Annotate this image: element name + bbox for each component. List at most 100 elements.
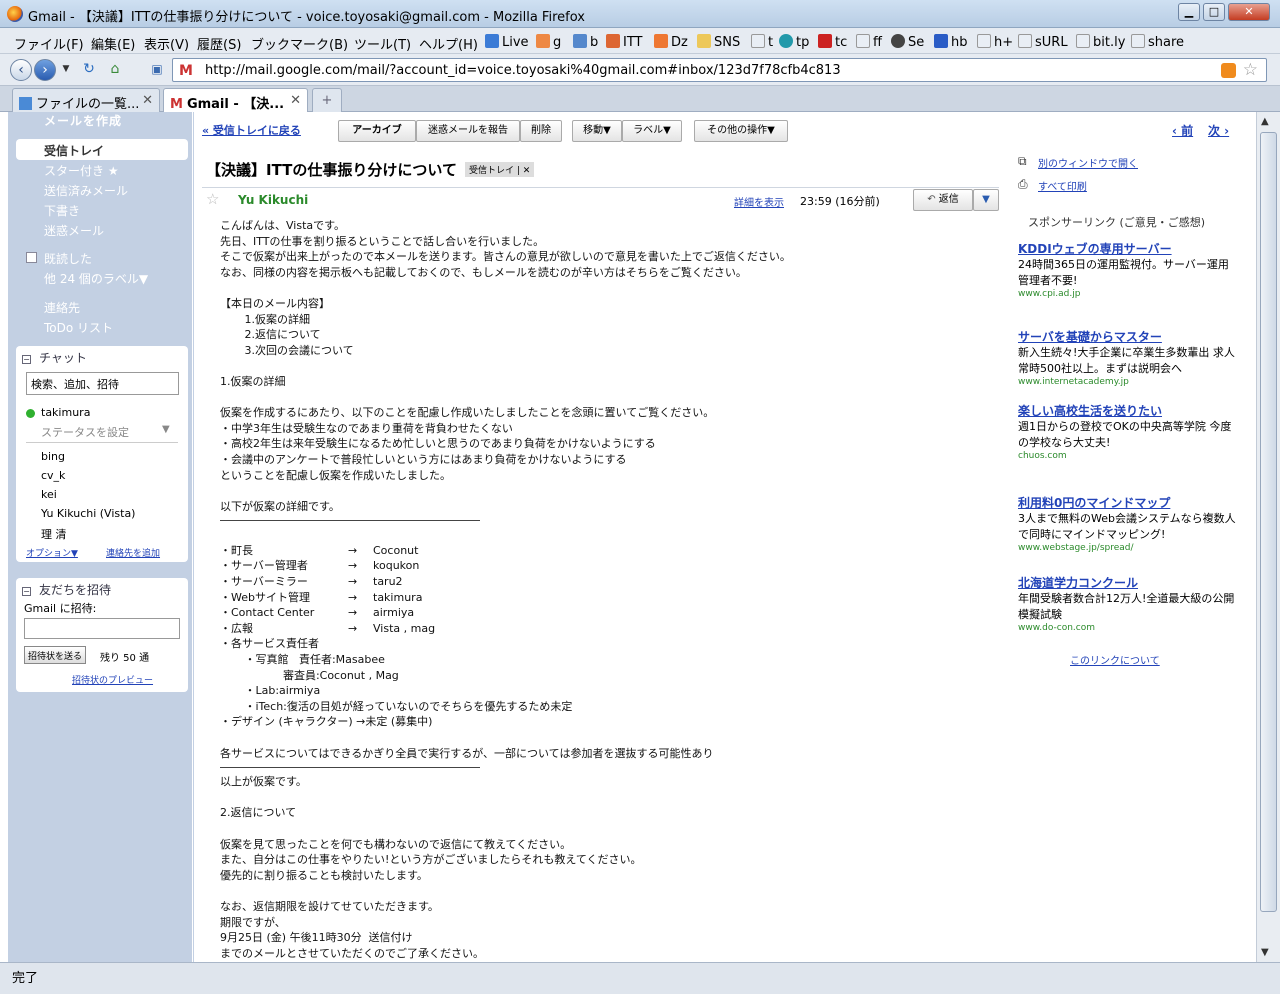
report-spam-button[interactable]: 迷惑メールを報告: [416, 120, 520, 142]
ad-url[interactable]: www.do-con.com: [1018, 623, 1238, 633]
chat-contact[interactable]: 理 清: [41, 526, 67, 542]
bookmark-tp[interactable]: tp: [779, 34, 809, 50]
url-text[interactable]: http://mail.google.com/mail/?account_id=…: [205, 63, 841, 78]
reload-icon[interactable]: ↻: [78, 59, 100, 81]
menu-help[interactable]: ヘルプ(H): [419, 34, 478, 53]
reply-button[interactable]: ↶ 返信: [913, 189, 973, 211]
sidebar-item-contacts[interactable]: 連絡先: [44, 299, 80, 316]
sidebar-item-tasks[interactable]: ToDo リスト: [44, 319, 113, 336]
delete-button[interactable]: 削除: [520, 120, 562, 142]
bookmark-b[interactable]: b: [573, 34, 598, 50]
new-tab-button[interactable]: +: [312, 88, 342, 112]
inbox-label-tag[interactable]: 受信トレイ | ✕: [464, 162, 535, 177]
close-window-button[interactable]: ✕: [1228, 3, 1270, 21]
chat-contact[interactable]: cv_k: [41, 469, 65, 482]
menu-edit[interactable]: 編集(E): [91, 34, 135, 53]
chat-contact[interactable]: bing: [41, 450, 65, 463]
minimize-button[interactable]: ▁: [1178, 3, 1200, 21]
home-icon[interactable]: ⌂: [104, 59, 126, 81]
bookmark-tc[interactable]: tc: [818, 34, 847, 50]
more-actions-button[interactable]: その他の操作▼: [694, 120, 788, 142]
ad-url[interactable]: www.internetacademy.jp: [1018, 377, 1238, 387]
ad-title[interactable]: KDDIウェブの専用サーバー: [1018, 240, 1238, 257]
bookmark-dz[interactable]: Dz: [654, 34, 688, 50]
scroll-down-icon[interactable]: ▼: [1261, 947, 1269, 958]
ad-title[interactable]: 利用料0円のマインドマップ: [1018, 494, 1238, 511]
bookmark-live[interactable]: Live: [485, 34, 529, 50]
print-icon[interactable]: ⎙: [1018, 177, 1028, 192]
bookmark-ff[interactable]: ff: [856, 34, 882, 50]
bookmark-hplus[interactable]: h+: [977, 34, 1013, 50]
ad-url[interactable]: www.cpi.ad.jp: [1018, 289, 1238, 299]
add-contact-link[interactable]: 連絡先を追加: [106, 546, 160, 559]
menu-tools[interactable]: ツール(T): [354, 34, 411, 53]
star-icon[interactable]: ☆: [206, 190, 219, 208]
bookmark-share[interactable]: share: [1131, 34, 1184, 50]
ad-item[interactable]: 楽しい高校生活を送りたい 週1日からの登校でOKの中央高等学院 今度の学校なら大丈…: [1018, 402, 1238, 461]
chat-contact[interactable]: kei: [41, 488, 57, 501]
collapse-icon[interactable]: −: [22, 587, 31, 596]
bookmark-hb[interactable]: hb: [934, 34, 968, 50]
rss-icon[interactable]: [1221, 63, 1236, 78]
sidebar-item-inbox[interactable]: 受信トレイ: [16, 139, 188, 160]
archive-button[interactable]: アーカイブ: [338, 120, 416, 142]
print-all-link[interactable]: すべて印刷: [1038, 178, 1087, 193]
prev-message-link[interactable]: ‹ 前: [1172, 122, 1193, 139]
tab-file-list[interactable]: ファイルの一覧... ✕: [12, 88, 160, 112]
sidebar-item-spam[interactable]: 迷惑メール: [44, 222, 104, 239]
open-new-window-link[interactable]: 別のウィンドウで開く: [1038, 155, 1138, 170]
ad-item[interactable]: 利用料0円のマインドマップ 3人まで無料のWeb会議システムなら複数人で同時にマイ…: [1018, 494, 1238, 553]
new-window-icon[interactable]: ⧉: [1018, 154, 1027, 169]
next-message-link[interactable]: 次 ›: [1208, 122, 1229, 139]
bookmark-surl[interactable]: sURL: [1018, 34, 1068, 50]
labels-button[interactable]: ラベル▼: [622, 120, 682, 142]
chat-search-input[interactable]: [26, 372, 179, 395]
tab-gmail[interactable]: M Gmail - 【決... ✕: [163, 88, 308, 113]
chat-header[interactable]: − チャット: [22, 349, 87, 366]
bookmark-g[interactable]: g: [536, 34, 561, 50]
invite-preview-link[interactable]: 招待状のプレビュー: [72, 673, 153, 686]
sender-name[interactable]: Yu Kikuchi: [238, 193, 308, 207]
bookmark-se[interactable]: Se: [891, 34, 924, 50]
back-icon[interactable]: ‹: [10, 59, 32, 81]
scroll-up-icon[interactable]: ▲: [1261, 116, 1269, 127]
menu-view[interactable]: 表示(V): [144, 34, 189, 53]
chat-options-link[interactable]: オプション▼: [26, 546, 78, 559]
ad-url[interactable]: chuos.com: [1018, 451, 1238, 461]
about-links-link[interactable]: このリンクについて: [1070, 652, 1160, 667]
close-tab-icon[interactable]: ✕: [142, 93, 153, 108]
move-to-button[interactable]: 移動▼: [572, 120, 622, 142]
forward-icon[interactable]: ›: [34, 59, 56, 81]
sidebar-item-sent[interactable]: 送信済みメール: [44, 182, 128, 199]
sidebar-item-more-labels[interactable]: 他 24 個のラベル▼: [44, 270, 148, 287]
ad-item[interactable]: 北海道学力コンクール 年間受験者数合計12万人!全道最大級の公開模擬試験 www.d…: [1018, 574, 1238, 633]
ad-title[interactable]: 北海道学力コンクール: [1018, 574, 1238, 591]
send-invite-button[interactable]: 招待状を送る: [24, 646, 87, 664]
sidebar-item-starred[interactable]: スター付き ★: [44, 162, 119, 179]
reply-menu-button[interactable]: ▼: [973, 189, 999, 211]
ad-title[interactable]: サーバを基礎からマスター: [1018, 328, 1238, 345]
chat-contact[interactable]: Yu Kikuchi (Vista): [41, 507, 135, 520]
collapse-icon[interactable]: −: [22, 355, 31, 364]
close-tab-icon[interactable]: ✕: [290, 93, 301, 108]
chevron-down-icon[interactable]: ▼: [162, 424, 170, 435]
show-details-link[interactable]: 詳細を表示: [734, 194, 784, 209]
history-dropdown-icon[interactable]: ▼: [60, 59, 72, 81]
menu-file[interactable]: ファイル(F): [14, 34, 84, 53]
bookmark-sns[interactable]: SNS: [697, 34, 740, 50]
menu-history[interactable]: 履歴(S): [197, 34, 241, 53]
ad-title[interactable]: 楽しい高校生活を送りたい: [1018, 402, 1238, 419]
chat-status-select[interactable]: ステータスを設定: [41, 424, 129, 440]
menu-bookmarks[interactable]: ブックマーク(B): [251, 34, 348, 53]
bookmark-bitly[interactable]: bit.ly: [1076, 34, 1125, 50]
back-to-inbox-link[interactable]: « 受信トレイに戻る: [202, 122, 301, 138]
sidebar-item-label-read[interactable]: 既読した: [44, 250, 92, 267]
ad-url[interactable]: www.webstage.jp/spread/: [1018, 543, 1238, 553]
star-icon[interactable]: ☆: [1243, 60, 1258, 80]
vertical-scrollbar[interactable]: ▲ ▼: [1256, 112, 1280, 962]
address-bar[interactable]: M http://mail.google.com/mail/?account_i…: [172, 58, 1267, 82]
compose-link[interactable]: メールを作成: [44, 112, 122, 129]
ad-item[interactable]: サーバを基礎からマスター 新入生続々!大手企業に卒業生多数輩出 求人常時500社以…: [1018, 328, 1238, 387]
scrollbar-thumb[interactable]: [1260, 132, 1277, 912]
bookmark-t[interactable]: t: [751, 34, 773, 50]
